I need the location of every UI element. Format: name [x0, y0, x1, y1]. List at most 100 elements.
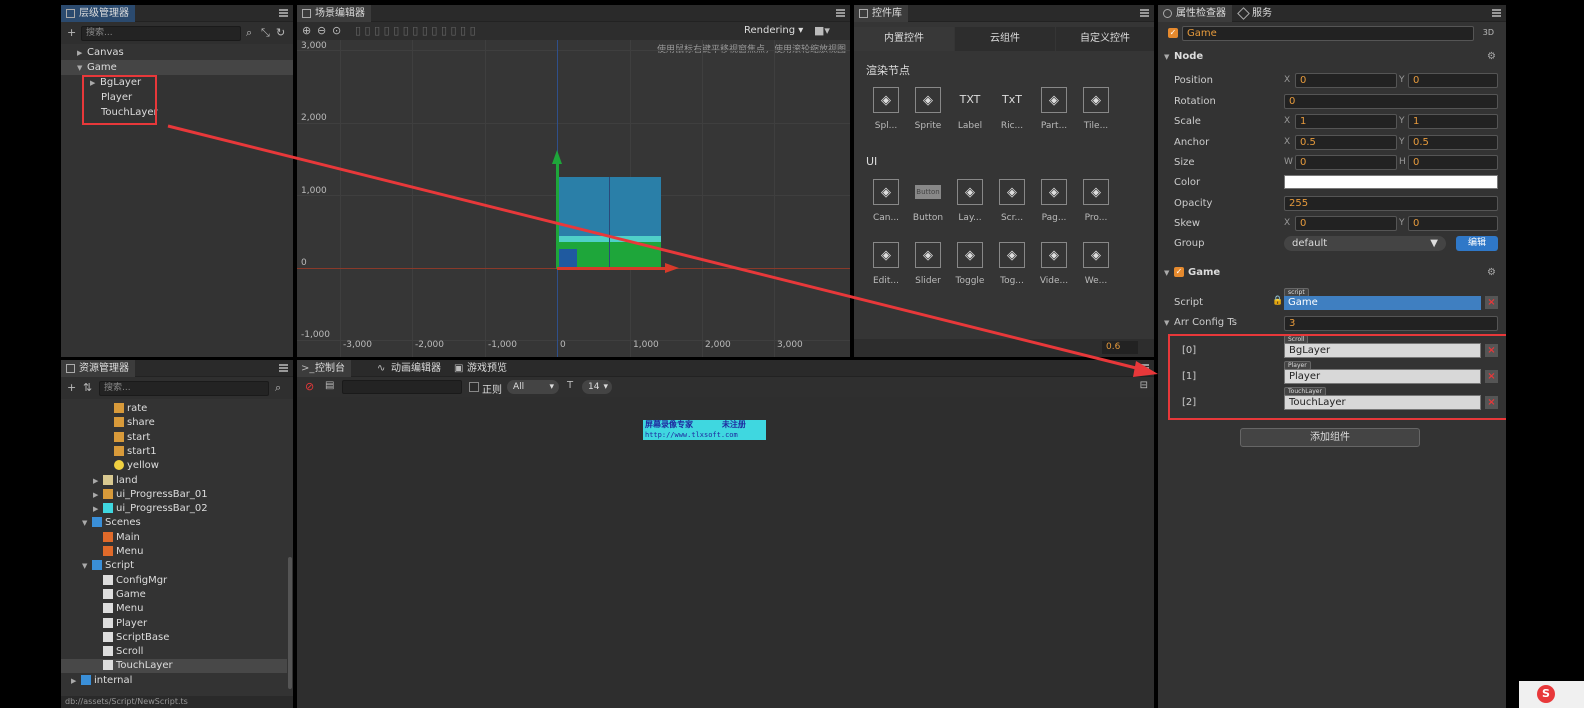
tab-game-preview[interactable]: ▣ 游戏预览	[449, 360, 513, 377]
component-enabled-checkbox[interactable]: ✓	[1174, 267, 1184, 277]
opacity-input[interactable]: 255	[1284, 196, 1498, 211]
expand-arrow-icon[interactable]: ▶	[93, 474, 103, 488]
gizmo-y-arrow[interactable]	[556, 162, 559, 269]
tab-builtin-controls[interactable]: 内置控件	[854, 27, 954, 51]
control-item[interactable]: ◈ Tile...	[1076, 87, 1116, 131]
refresh-icon[interactable]: ↻	[276, 27, 285, 39]
collapse-arrow-icon[interactable]: ▼	[82, 559, 92, 573]
skew-x-input[interactable]: 0	[1295, 216, 1397, 231]
collapse-console-icon[interactable]: ⊟	[1140, 380, 1148, 391]
asset-row[interactable]: Scroll	[93, 645, 143, 659]
scene-viewport[interactable]: 使用鼠标右键平移视窗焦点，使用滚轮缩放视图 3,000 2,000 1,000 …	[297, 40, 850, 357]
skew-y-input[interactable]: 0	[1408, 216, 1498, 231]
rendering-dropdown[interactable]: Rendering ▾	[744, 25, 803, 36]
expand-arrow-icon[interactable]: ▶	[93, 488, 103, 502]
position-y-input[interactable]: 0	[1408, 73, 1498, 88]
search-icon[interactable]: ⌕	[246, 27, 252, 39]
asset-row[interactable]: Main	[93, 531, 140, 545]
scale-y-input[interactable]: 1	[1408, 114, 1498, 129]
zoom-in-icon[interactable]: ⊕	[302, 25, 311, 37]
assets-scrollbar[interactable]	[288, 557, 292, 689]
controls-menu-icon[interactable]	[1140, 9, 1149, 17]
scale-x-input[interactable]: 1	[1295, 114, 1397, 129]
game-component-header[interactable]: ▼ ✓ Game ⚙	[1158, 263, 1506, 283]
control-item[interactable]: ◈ We...	[1076, 242, 1116, 286]
control-item[interactable]: Button Button	[908, 179, 948, 223]
asset-row[interactable]: ▼ Script	[82, 559, 134, 573]
game-canvas-preview[interactable]	[557, 177, 661, 269]
asset-row[interactable]: ▶ internal	[71, 674, 132, 688]
expand-arrow-icon[interactable]: ▶	[93, 502, 103, 516]
group-edit-button[interactable]: 编辑	[1456, 236, 1498, 251]
settings-gear-icon[interactable]: ⚙	[1487, 47, 1496, 67]
position-x-input[interactable]: 0	[1295, 73, 1397, 88]
size-w-input[interactable]: 0	[1295, 155, 1397, 170]
asset-row[interactable]: ScriptBase	[93, 631, 169, 645]
asset-row[interactable]: ▼ Scenes	[82, 516, 141, 530]
anchor-y-input[interactable]: 0.5	[1408, 135, 1498, 150]
console-log-area[interactable]	[297, 397, 1154, 708]
hierarchy-menu-icon[interactable]	[279, 9, 288, 17]
console-menu-icon[interactable]	[1140, 364, 1149, 372]
control-item[interactable]: ◈ Vide...	[1034, 242, 1074, 286]
asset-row[interactable]: ▶ ui_ProgressBar_01	[93, 488, 208, 502]
expand-arrow-icon[interactable]: ▶	[77, 46, 87, 61]
open-log-icon[interactable]: ▤	[325, 380, 334, 391]
camera-icon[interactable]: ■▾	[814, 25, 830, 37]
color-swatch[interactable]	[1284, 175, 1498, 189]
control-item[interactable]: ◈ Toggle	[950, 242, 990, 286]
search-icon[interactable]: ⌕	[275, 382, 281, 394]
asset-row[interactable]: ▶ ui_ProgressBar_02	[93, 502, 208, 516]
add-node-icon[interactable]: +	[67, 27, 76, 39]
settings-gear-icon[interactable]: ⚙	[1487, 263, 1496, 283]
hierarchy-search-input[interactable]: 搜索...	[81, 26, 241, 41]
asset-row[interactable]: Player	[93, 617, 147, 631]
3d-toggle[interactable]: 3D	[1483, 28, 1494, 37]
tab-cloud-components[interactable]: 云组件	[955, 27, 1055, 51]
tab-services[interactable]: 服务	[1234, 5, 1278, 22]
control-item[interactable]: ◈ Spl...	[866, 87, 906, 131]
asset-row[interactable]: TouchLayer	[61, 659, 287, 674]
collapse-arrow-icon[interactable]: ▼	[82, 516, 92, 530]
font-size-select[interactable]: 14 ▾	[582, 380, 612, 394]
clear-console-icon[interactable]: ⊘	[305, 380, 314, 393]
collapse-arrow-icon[interactable]: ▼	[77, 61, 87, 76]
inspector-menu-icon[interactable]	[1492, 9, 1501, 17]
control-item[interactable]: ◈ Sprite	[908, 87, 948, 131]
anchor-x-input[interactable]: 0.5	[1295, 135, 1397, 150]
control-item[interactable]: ◈ Can...	[866, 179, 906, 223]
asset-row[interactable]: start1	[104, 445, 157, 459]
control-item[interactable]: ◈ Slider	[908, 242, 948, 286]
zoom-value-field[interactable]: 0.6	[1102, 341, 1138, 354]
tab-scene-editor[interactable]: 场景编辑器	[297, 5, 371, 22]
asset-row[interactable]: Game	[93, 588, 146, 602]
collapse-icon[interactable]: ⤡	[261, 27, 270, 39]
size-h-input[interactable]: 0	[1408, 155, 1498, 170]
scene-menu-icon[interactable]	[836, 9, 845, 17]
control-item[interactable]: TxT Ric...	[992, 87, 1032, 131]
control-item[interactable]: ◈ Pro...	[1076, 179, 1116, 223]
node-name-input[interactable]: Game	[1182, 26, 1474, 41]
asset-row[interactable]: share	[104, 416, 155, 430]
add-component-button[interactable]: 添加组件	[1240, 428, 1420, 447]
control-item[interactable]: ◈ Tog...	[992, 242, 1032, 286]
rotation-input[interactable]: 0	[1284, 94, 1498, 109]
asset-row[interactable]: ▶ land	[93, 474, 138, 488]
assets-menu-icon[interactable]	[279, 364, 288, 372]
asset-row[interactable]: start	[104, 431, 150, 445]
asset-row[interactable]: ConfigMgr	[93, 574, 167, 588]
expand-arrow-icon[interactable]: ▶	[71, 674, 81, 688]
gizmo-x-arrow[interactable]	[557, 267, 667, 270]
tree-node-game[interactable]: ▼ Game	[61, 60, 293, 75]
zoom-reset-icon[interactable]: ⊙	[332, 25, 341, 37]
control-item[interactable]: TXT Label	[950, 87, 990, 131]
arr-config-count-input[interactable]: 3	[1284, 316, 1498, 331]
align-tools-icon[interactable]: ▯ ▯ ▯ ▯ ▯ ▯ ▯ ▯ ▯ ▯ ▯ ▯ ▯	[355, 25, 476, 37]
script-remove-button[interactable]: ×	[1485, 296, 1498, 309]
control-item[interactable]: ◈ Pag...	[1034, 179, 1074, 223]
console-filter-input[interactable]	[342, 380, 462, 394]
regex-checkbox[interactable]	[469, 382, 479, 392]
tab-control-library[interactable]: 控件库	[854, 5, 908, 22]
sogou-ime-icon[interactable]: S	[1537, 685, 1555, 703]
collapse-arrow-icon[interactable]: ▼	[1164, 319, 1174, 327]
